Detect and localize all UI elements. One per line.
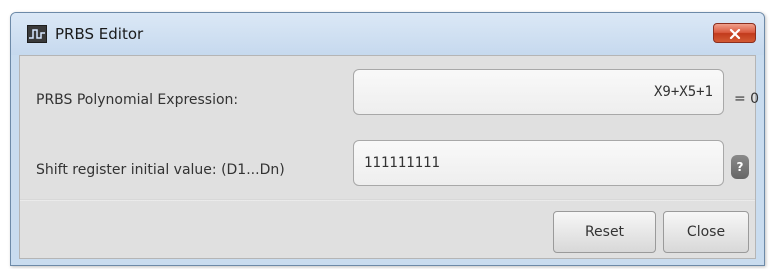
close-button[interactable]: Close xyxy=(663,211,749,253)
prbs-editor-window: PRBS Editor PRBS Polynomial Expression: … xyxy=(10,12,765,266)
app-icon xyxy=(27,25,47,43)
title-bar[interactable]: PRBS Editor xyxy=(11,13,764,55)
window-title: PRBS Editor xyxy=(55,25,144,43)
polynomial-label: PRBS Polynomial Expression: xyxy=(36,92,239,108)
help-button[interactable]: ? xyxy=(731,155,749,179)
editor-panel: PRBS Polynomial Expression: = 0 Shift re… xyxy=(19,55,760,259)
shift-register-input[interactable] xyxy=(353,140,724,186)
divider xyxy=(20,199,755,201)
window-close-button[interactable] xyxy=(713,23,756,43)
shift-register-label: Shift register initial value: (D1...Dn) xyxy=(36,162,285,178)
equals-zero-label: = 0 xyxy=(734,91,760,107)
polynomial-input[interactable] xyxy=(353,69,724,115)
close-icon xyxy=(729,24,741,43)
reset-button[interactable]: Reset xyxy=(553,211,656,253)
